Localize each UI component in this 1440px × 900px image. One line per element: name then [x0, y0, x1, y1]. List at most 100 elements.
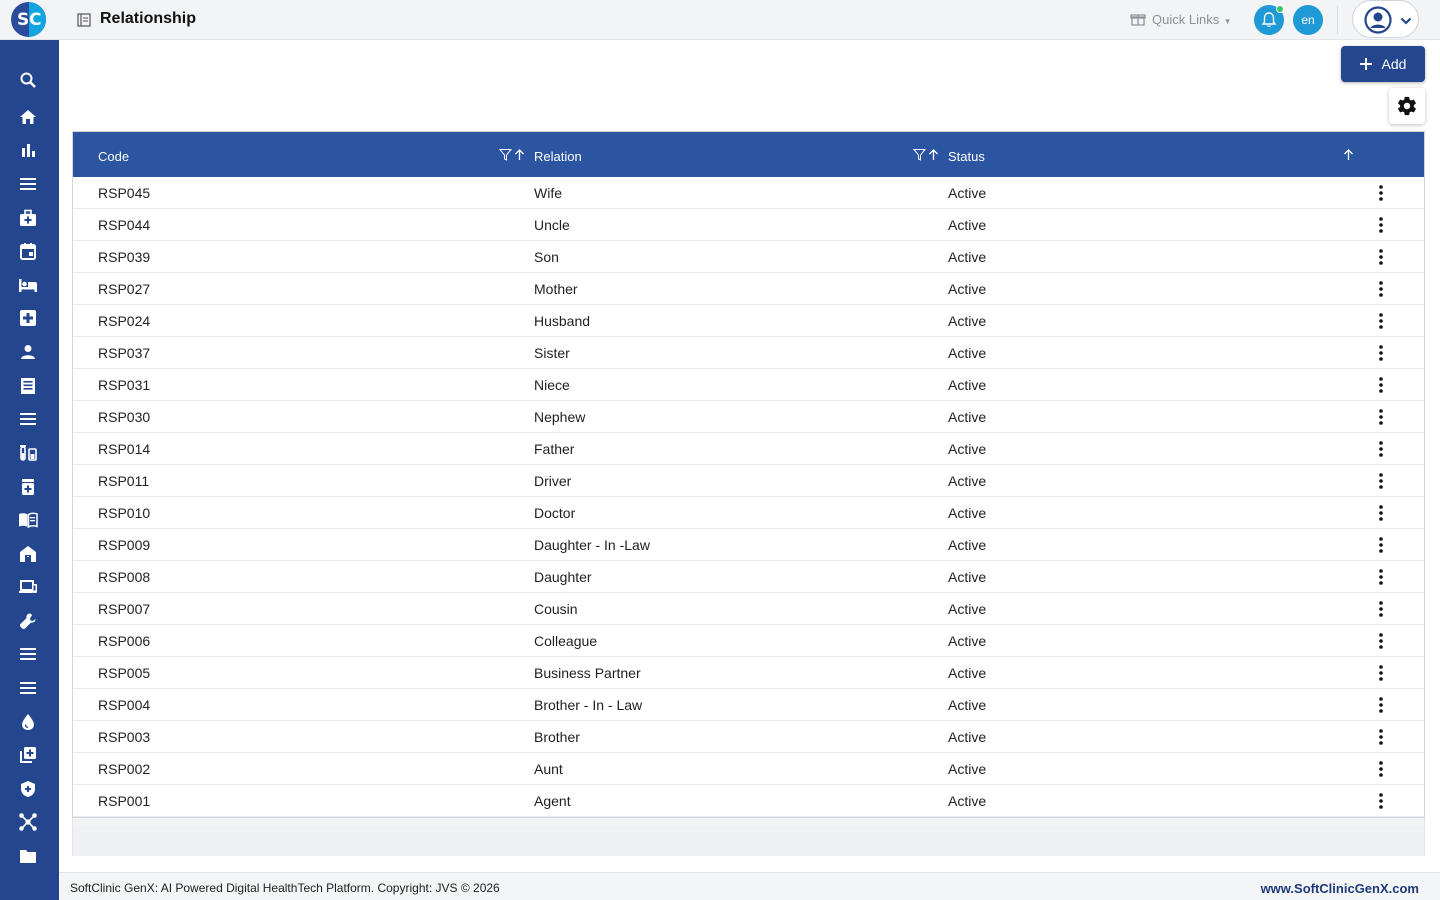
status-cell: Active — [948, 665, 987, 681]
table-row[interactable]: RSP006 Colleague Active — [73, 625, 1424, 657]
status-cell: Active — [948, 537, 987, 553]
more-vert-icon[interactable] — [1371, 599, 1391, 619]
search-icon[interactable] — [18, 70, 38, 90]
relation-cell: Mother — [534, 281, 578, 297]
list-icon[interactable] — [18, 409, 38, 429]
code-cell: RSP006 — [98, 633, 151, 649]
table-row[interactable]: RSP030 Nephew Active — [73, 401, 1424, 433]
relation-cell: Sister — [534, 345, 570, 361]
relation-cell: Business Partner — [534, 665, 641, 681]
table-row[interactable]: RSP024 Husband Active — [73, 305, 1424, 337]
book-icon[interactable] — [18, 510, 38, 530]
more-vert-icon[interactable] — [1371, 759, 1391, 779]
more-vert-icon[interactable] — [1371, 183, 1391, 203]
code-cell: RSP037 — [98, 345, 151, 361]
chevron-down-icon: ▾ — [1225, 15, 1230, 26]
filter-icon[interactable] — [913, 148, 926, 161]
menu-icon[interactable] — [18, 174, 38, 194]
more-vert-icon[interactable] — [1371, 727, 1391, 747]
bed-icon[interactable] — [18, 275, 38, 295]
table-row[interactable]: RSP005 Business Partner Active — [73, 657, 1424, 689]
wrench-icon[interactable] — [18, 611, 38, 631]
blood-drop-icon[interactable] — [18, 712, 38, 732]
add-button[interactable]: Add — [1341, 46, 1425, 82]
table-row[interactable]: RSP002 Aunt Active — [73, 753, 1424, 785]
gear-icon — [1398, 96, 1416, 116]
table-row[interactable]: RSP004 Brother - In - Law Active — [73, 689, 1424, 721]
table-row[interactable]: RSP007 Cousin Active — [73, 593, 1424, 625]
status-cell: Active — [948, 441, 987, 457]
calendar-icon[interactable] — [18, 241, 38, 261]
table-row[interactable]: RSP027 Mother Active — [73, 273, 1424, 305]
list-icon[interactable] — [18, 644, 38, 664]
more-vert-icon[interactable] — [1371, 247, 1391, 267]
more-vert-icon[interactable] — [1371, 535, 1391, 555]
table-row[interactable]: RSP010 Doctor Active — [73, 497, 1424, 529]
table-row[interactable]: RSP031 Niece Active — [73, 369, 1424, 401]
column-header-code[interactable]: Code — [98, 149, 129, 164]
table-row[interactable]: RSP011 Driver Active — [73, 465, 1424, 497]
status-cell: Active — [948, 377, 987, 393]
more-vert-icon[interactable] — [1371, 631, 1391, 651]
more-vert-icon[interactable] — [1371, 279, 1391, 299]
person-icon[interactable] — [18, 342, 38, 362]
table-row[interactable]: RSP001 Agent Active — [73, 785, 1424, 817]
folder-icon[interactable] — [18, 846, 38, 866]
more-vert-icon[interactable] — [1371, 695, 1391, 715]
devices-icon[interactable] — [18, 577, 38, 597]
more-vert-icon[interactable] — [1371, 503, 1391, 523]
table-row[interactable]: RSP037 Sister Active — [73, 337, 1424, 369]
more-vert-icon[interactable] — [1371, 343, 1391, 363]
add-box-icon[interactable] — [18, 745, 38, 765]
filter-icon[interactable] — [499, 148, 512, 161]
medical-cross-icon[interactable] — [18, 308, 38, 328]
list-icon[interactable] — [18, 678, 38, 698]
column-header-status[interactable]: Status — [948, 149, 985, 164]
more-vert-icon[interactable] — [1371, 375, 1391, 395]
add-button-label: Add — [1381, 56, 1407, 72]
more-vert-icon[interactable] — [1371, 311, 1391, 331]
sort-up-icon[interactable] — [928, 148, 939, 161]
bar-chart-icon[interactable] — [18, 140, 38, 160]
app-logo[interactable]: SC — [11, 2, 46, 37]
language-button[interactable]: en — [1293, 5, 1323, 35]
column-header-relation[interactable]: Relation — [534, 149, 582, 164]
quick-links-menu[interactable]: Quick Links ▾ — [1130, 9, 1230, 29]
home-icon[interactable] — [18, 107, 38, 127]
document-icon[interactable] — [18, 376, 38, 396]
status-cell: Active — [948, 697, 987, 713]
more-vert-icon[interactable] — [1371, 791, 1391, 811]
medicine-icon[interactable] — [18, 477, 38, 497]
table-row[interactable]: RSP009 Daughter - In -Law Active — [73, 529, 1424, 561]
table-row[interactable]: RSP044 Uncle Active — [73, 209, 1424, 241]
network-icon[interactable] — [18, 812, 38, 832]
relation-cell: Husband — [534, 313, 591, 329]
sidebar — [0, 40, 59, 900]
table-row[interactable]: RSP003 Brother Active — [73, 721, 1424, 753]
table-row[interactable]: RSP039 Son Active — [73, 241, 1424, 273]
sort-up-icon[interactable] — [514, 148, 525, 161]
notifications-button[interactable] — [1254, 5, 1284, 35]
table-row[interactable]: RSP008 Daughter Active — [73, 561, 1424, 593]
medical-bag-icon[interactable] — [18, 208, 38, 228]
lab-icon[interactable] — [18, 443, 38, 463]
more-vert-icon[interactable] — [1371, 663, 1391, 683]
sort-up-icon[interactable] — [1343, 148, 1354, 161]
settings-button[interactable] — [1389, 88, 1425, 124]
shield-icon[interactable] — [18, 779, 38, 799]
website-link[interactable]: www.SoftClinicGenX.com — [1261, 881, 1419, 896]
status-cell: Active — [948, 729, 987, 745]
table-row[interactable]: RSP045 Wife Active — [73, 177, 1424, 209]
more-vert-icon[interactable] — [1371, 471, 1391, 491]
more-vert-icon[interactable] — [1371, 439, 1391, 459]
more-vert-icon[interactable] — [1371, 407, 1391, 427]
chevron-down-icon — [1400, 17, 1412, 25]
table-row[interactable]: RSP014 Father Active — [73, 433, 1424, 465]
relation-cell: Driver — [534, 473, 572, 489]
more-vert-icon[interactable] — [1371, 567, 1391, 587]
more-vert-icon[interactable] — [1371, 215, 1391, 235]
user-menu[interactable] — [1352, 0, 1419, 38]
header-divider — [1337, 6, 1338, 34]
building-icon[interactable] — [18, 544, 38, 564]
relationship-table: Code Relation Status RSP045 Wife Active … — [72, 131, 1425, 818]
